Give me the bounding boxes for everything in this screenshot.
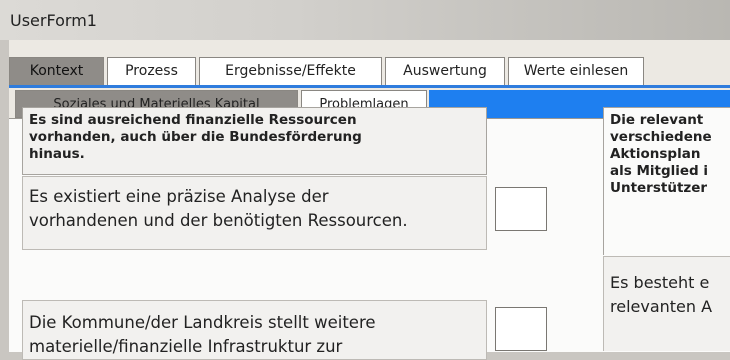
right-header-line: Aktionsplan [610, 146, 701, 162]
right-criterion-row: Es besteht e relevanten A [603, 256, 730, 351]
criterion-header-line: Es sind ausreichend finanzielle Ressourc… [29, 112, 357, 128]
right-criterion-header: Die relevant verschiedene Aktionsplan al… [603, 107, 730, 255]
criterion-text-line: vorhandenen und der benötigten Ressource… [29, 211, 408, 230]
right-row-line: Es besteht e [610, 273, 710, 292]
criterion-row: Es existiert eine präzise Analyse der vo… [22, 176, 487, 250]
right-header-line: als Mitglied i [610, 163, 709, 179]
criterion-text-line: materielle/finanzielle Infrastruktur zur [29, 337, 343, 356]
title-bar: UserForm1 [0, 0, 730, 40]
window-title: UserForm1 [10, 11, 97, 30]
criterion-header-line: hinaus. [29, 146, 85, 162]
right-row-line: relevanten A [610, 297, 713, 316]
tab-auswertung[interactable]: Auswertung [385, 57, 505, 85]
criterion-row: Die Kommune/der Landkreis stellt weitere… [22, 300, 487, 360]
right-header-line: Unterstützer [610, 180, 708, 196]
value-input-box[interactable] [495, 307, 547, 351]
criterion-text-line: Die Kommune/der Landkreis stellt weitere [29, 313, 376, 332]
right-header-line: verschiedene [610, 129, 712, 145]
tab-ergebnisse-effekte[interactable]: Ergebnisse/Effekte [199, 57, 382, 85]
tab-werte-einlesen[interactable]: Werte einlesen [508, 57, 644, 85]
right-header-line: Die relevant [610, 112, 704, 128]
criterion-header: Es sind ausreichend finanzielle Ressourc… [22, 107, 487, 175]
tab-kontext[interactable]: Kontext [9, 57, 104, 85]
value-input-box[interactable] [495, 187, 547, 231]
criterion-header-line: vorhanden, auch über die Bundesförderung [29, 129, 362, 145]
tab-underline [9, 85, 730, 88]
tab-prozess[interactable]: Prozess [107, 57, 196, 85]
criterion-text-line: Es existiert eine präzise Analyse der [29, 187, 329, 206]
